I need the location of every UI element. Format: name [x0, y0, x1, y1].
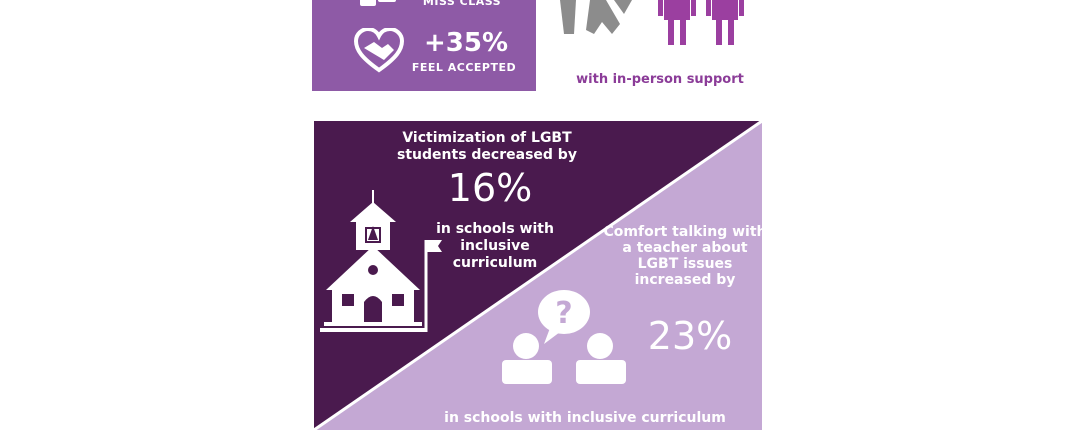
heart-handshake-icon: [354, 28, 404, 73]
accepted-label: FEEL ACCEPTED: [411, 61, 517, 74]
chat-icon: [360, 0, 396, 6]
comfort-value: 23%: [647, 314, 733, 358]
victimization-tail: in schools with inclusive curriculum: [436, 221, 554, 271]
accepted-value: +35%: [423, 28, 509, 58]
sitting-person-icon: [560, 0, 632, 34]
question-people-icon: ?: [502, 290, 626, 384]
in-person-caption: with in-person support: [576, 72, 744, 87]
victimization-title: Victimization of LGBT students decreased…: [397, 130, 577, 163]
accepted-panel: MISS CLASS +35% FEEL ACCEPTED: [312, 0, 536, 91]
comfort-title: Comfort talking with a teacher about LGB…: [603, 224, 767, 288]
people-figures: [560, 0, 744, 45]
miss-class-label: MISS CLASS: [422, 0, 502, 8]
victimization-value: 16%: [447, 166, 533, 210]
svg-text:?: ?: [555, 296, 572, 331]
standing-people-icon: [658, 0, 744, 45]
comfort-tail: in schools with inclusive curriculum: [444, 410, 726, 426]
